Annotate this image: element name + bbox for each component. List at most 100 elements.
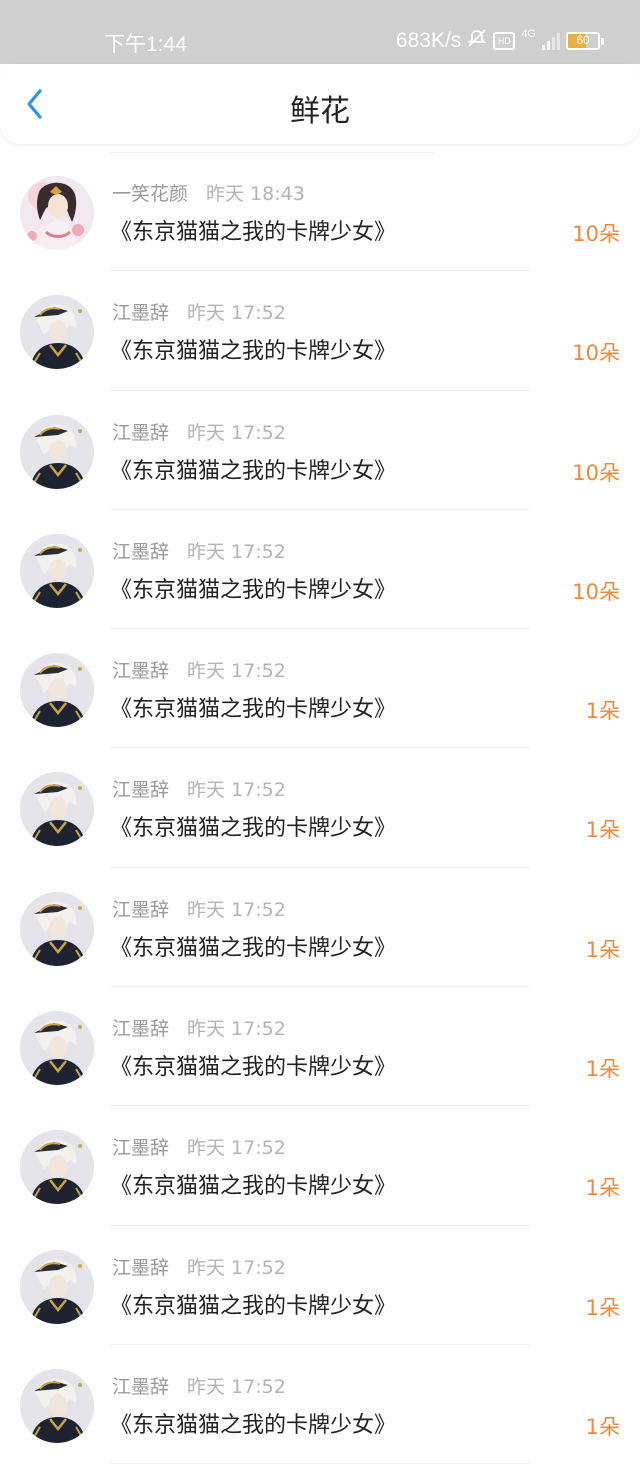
gift-time: 昨天 17:52 bbox=[187, 1018, 286, 1041]
list-item-5[interactable]: 江墨辞 昨天 17:52 《东京猫猫之我的卡牌少女》 1朵 bbox=[0, 629, 640, 749]
user-name[interactable]: 江墨辞 bbox=[112, 302, 169, 324]
item-meta: 一笑花颜 昨天 18:43 bbox=[112, 179, 305, 206]
book-title[interactable]: 《东京猫猫之我的卡牌少女》 bbox=[110, 1288, 396, 1320]
item-meta: 江墨辞 昨天 17:52 bbox=[112, 1253, 286, 1280]
list-item-7[interactable]: 江墨辞 昨天 17:52 《东京猫猫之我的卡牌少女》 1朵 bbox=[0, 868, 640, 988]
gift-time: 昨天 17:52 bbox=[187, 898, 286, 921]
user-name[interactable]: 江墨辞 bbox=[112, 1137, 169, 1159]
user-name[interactable]: 江墨辞 bbox=[112, 779, 169, 801]
gift-time: 昨天 17:52 bbox=[187, 1256, 286, 1279]
user-name[interactable]: 江墨辞 bbox=[112, 1376, 169, 1398]
avatar[interactable] bbox=[20, 1130, 94, 1205]
avatar-image bbox=[20, 653, 94, 728]
flower-count: 10朵 bbox=[572, 579, 620, 604]
avatar-image bbox=[20, 1368, 94, 1443]
avatar[interactable] bbox=[20, 414, 94, 489]
avatar-image bbox=[20, 414, 94, 489]
flower-count: 10朵 bbox=[572, 341, 620, 366]
flower-count: 1朵 bbox=[585, 1176, 620, 1201]
avatar[interactable] bbox=[20, 1249, 94, 1324]
book-title[interactable]: 《东京猫猫之我的卡牌少女》 bbox=[110, 1049, 396, 1081]
book-title[interactable]: 《东京猫猫之我的卡牌少女》 bbox=[110, 333, 396, 365]
avatar[interactable] bbox=[20, 295, 94, 370]
flower-count: 10朵 bbox=[572, 222, 620, 246]
avatar-image bbox=[20, 1249, 94, 1324]
gift-time: 昨天 17:52 bbox=[187, 660, 286, 683]
user-name[interactable]: 江墨辞 bbox=[112, 1018, 169, 1040]
status-time: 下午1:44 bbox=[104, 33, 187, 56]
avatar-image bbox=[20, 891, 94, 966]
avatar[interactable] bbox=[20, 176, 94, 250]
avatar[interactable] bbox=[20, 533, 94, 608]
status-icons: 683K/s HD 4G 60 bbox=[396, 28, 604, 54]
list-item-8[interactable]: 江墨辞 昨天 17:52 《东京猫猫之我的卡牌少女》 1朵 bbox=[0, 987, 640, 1107]
gift-time: 昨天 17:52 bbox=[187, 1375, 286, 1398]
item-meta: 江墨辞 昨天 17:52 bbox=[112, 537, 286, 564]
item-meta: 江墨辞 昨天 17:52 bbox=[112, 418, 286, 445]
book-title[interactable]: 《东京猫猫之我的卡牌少女》 bbox=[110, 691, 396, 723]
flower-count: 1朵 bbox=[585, 818, 620, 843]
list-item-11[interactable]: 江墨辞 昨天 17:52 《东京猫猫之我的卡牌少女》 1朵 bbox=[0, 1345, 640, 1464]
gift-time: 昨天 17:52 bbox=[187, 302, 286, 325]
item-meta: 江墨辞 昨天 17:52 bbox=[112, 895, 286, 922]
book-title[interactable]: 《东京猫猫之我的卡牌少女》 bbox=[110, 453, 396, 485]
status-bar: 下午1:44 683K/s HD 4G 60 bbox=[0, 0, 640, 64]
avatar[interactable] bbox=[20, 1011, 94, 1086]
avatar[interactable] bbox=[20, 653, 94, 728]
nav-bar: 鲜花 bbox=[0, 64, 640, 144]
gift-time: 昨天 17:52 bbox=[187, 540, 286, 563]
book-title[interactable]: 《东京猫猫之我的卡牌少女》 bbox=[110, 214, 396, 246]
signal-icon bbox=[542, 32, 560, 50]
avatar-image bbox=[20, 533, 94, 608]
battery-icon: 60 bbox=[566, 32, 604, 50]
user-name[interactable]: 一笑花颜 bbox=[112, 183, 188, 205]
item-meta: 江墨辞 昨天 17:52 bbox=[112, 1133, 286, 1160]
battery-level-text: 60 bbox=[576, 33, 590, 47]
gift-time: 昨天 17:52 bbox=[187, 421, 286, 444]
user-name[interactable]: 江墨辞 bbox=[112, 1257, 169, 1279]
gift-time: 昨天 17:52 bbox=[187, 779, 286, 802]
avatar-image bbox=[20, 1130, 94, 1205]
flower-count: 1朵 bbox=[585, 1414, 620, 1439]
list-item-6[interactable]: 江墨辞 昨天 17:52 《东京猫猫之我的卡牌少女》 1朵 bbox=[0, 748, 640, 868]
list-item-1[interactable]: 一笑花颜 昨天 18:43 《东京猫猫之我的卡牌少女》 10朵 bbox=[0, 152, 640, 272]
book-title[interactable]: 《东京猫猫之我的卡牌少女》 bbox=[110, 1407, 396, 1439]
list-item-3[interactable]: 江墨辞 昨天 17:52 《东京猫猫之我的卡牌少女》 10朵 bbox=[0, 391, 640, 510]
page-title: 鲜花 bbox=[290, 94, 350, 129]
hd-icon: HD bbox=[493, 32, 516, 50]
flower-count: 1朵 bbox=[585, 699, 620, 724]
list-item-2[interactable]: 江墨辞 昨天 17:52 《东京猫猫之我的卡牌少女》 10朵 bbox=[0, 271, 640, 391]
flower-count: 10朵 bbox=[572, 460, 620, 485]
avatar[interactable] bbox=[20, 772, 94, 847]
network-type-4g: 4G bbox=[521, 28, 536, 40]
avatar[interactable] bbox=[20, 891, 94, 966]
book-title[interactable]: 《东京猫猫之我的卡牌少女》 bbox=[110, 810, 396, 842]
list-item-10[interactable]: 江墨辞 昨天 17:52 《东京猫猫之我的卡牌少女》 1朵 bbox=[0, 1226, 640, 1345]
flower-count: 1朵 bbox=[585, 1295, 620, 1320]
flower-gift-list: 一笑花颜 昨天 18:43 《东京猫猫之我的卡牌少女》 10朵 江墨辞 昨天 17:… bbox=[0, 152, 640, 1464]
item-meta: 江墨辞 昨天 17:52 bbox=[112, 656, 286, 683]
avatar-image bbox=[20, 772, 94, 847]
avatar-image bbox=[20, 1011, 94, 1086]
gift-time: 昨天 18:43 bbox=[206, 183, 305, 205]
gift-time: 昨天 17:52 bbox=[187, 1137, 286, 1160]
item-meta: 江墨辞 昨天 17:52 bbox=[112, 1014, 286, 1041]
user-name[interactable]: 江墨辞 bbox=[112, 541, 169, 563]
item-meta: 江墨辞 昨天 17:52 bbox=[112, 775, 286, 802]
avatar-image bbox=[20, 295, 94, 370]
user-name[interactable]: 江墨辞 bbox=[112, 422, 169, 444]
book-title[interactable]: 《东京猫猫之我的卡牌少女》 bbox=[110, 572, 396, 604]
flower-count: 1朵 bbox=[585, 1057, 620, 1082]
user-name[interactable]: 江墨辞 bbox=[112, 660, 169, 682]
book-title[interactable]: 《东京猫猫之我的卡牌少女》 bbox=[110, 930, 396, 962]
list-item-4[interactable]: 江墨辞 昨天 17:52 《东京猫猫之我的卡牌少女》 10朵 bbox=[0, 510, 640, 630]
mute-bell-icon bbox=[467, 28, 487, 54]
user-name[interactable]: 江墨辞 bbox=[112, 899, 169, 921]
book-title[interactable]: 《东京猫猫之我的卡牌少女》 bbox=[110, 1168, 396, 1200]
avatar-image bbox=[20, 176, 94, 250]
item-meta: 江墨辞 昨天 17:52 bbox=[112, 1372, 286, 1399]
list-item-9[interactable]: 江墨辞 昨天 17:52 《东京猫猫之我的卡牌少女》 1朵 bbox=[0, 1106, 640, 1226]
avatar[interactable] bbox=[20, 1368, 94, 1443]
flower-count: 1朵 bbox=[585, 937, 620, 962]
network-speed: 683K/s bbox=[395, 29, 462, 52]
